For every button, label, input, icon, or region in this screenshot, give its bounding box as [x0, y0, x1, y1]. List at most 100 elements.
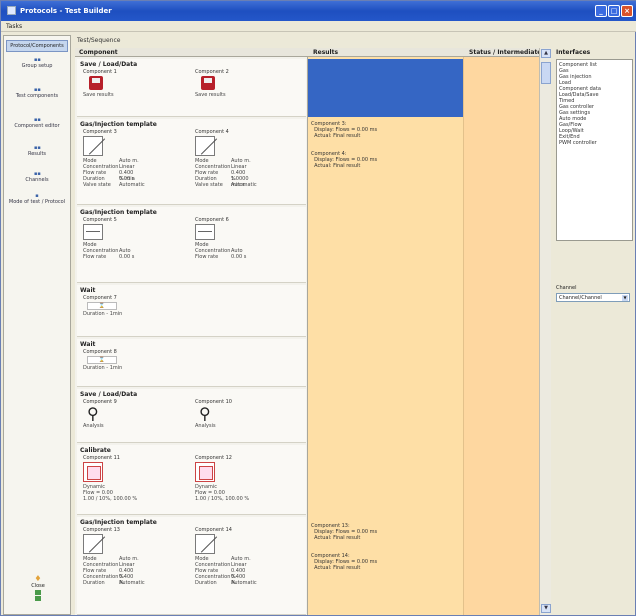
waveform-icon [83, 534, 103, 554]
component-name: Component 4 [195, 129, 229, 135]
channel-select[interactable]: Channel/Channel ▼ [556, 293, 630, 302]
param-value: 0.00 s [231, 254, 247, 260]
chevron-down-icon[interactable]: ▼ [622, 295, 628, 301]
scroll-thumb[interactable] [541, 62, 551, 84]
wait-icon: ⌛ [87, 356, 117, 364]
param-value: Automatic [119, 580, 145, 586]
window-title: Protocols - Test Builder [20, 7, 112, 15]
selected-result[interactable] [308, 59, 463, 117]
sidebar-item-label: Mode of test / Protocol [8, 199, 66, 205]
param-line: Flow rate 0.00 s [83, 254, 135, 260]
vertical-scrollbar[interactable]: ▲ ▼ [539, 48, 551, 615]
minimize-button[interactable]: _ [595, 5, 607, 17]
sidebar-item-label: Component editor [14, 123, 60, 129]
component-card[interactable]: Component 2 Save results [195, 69, 251, 98]
sidebar-item-label: Channels [25, 177, 49, 183]
group-title: Gas/Injection template [80, 519, 157, 526]
component-name: Component 11 [83, 455, 120, 461]
component-name: Component 2 [195, 69, 229, 75]
component-card[interactable]: Component 1 Save results [83, 69, 139, 98]
group-title: Gas/Injection template [80, 121, 157, 128]
sidebar-item[interactable]: ▪▪ Channels [6, 172, 68, 184]
interfaces-header: Interfaces [556, 49, 591, 56]
component-name: Component 8 [83, 349, 117, 355]
component-card[interactable]: Component 7 ⌛ Duration - 1min [83, 295, 139, 317]
sidebar-item[interactable]: ▪▪ Test components [6, 88, 68, 100]
component-card[interactable]: Component 5 Mode Concentration Auto Flow rat… [83, 217, 139, 260]
component-name: Component 7 [83, 295, 117, 301]
param-value: Automatic [119, 182, 145, 188]
close-nav-label: Close [31, 583, 45, 589]
param-value: Automatic [231, 182, 257, 188]
waveform-icon [83, 462, 103, 482]
sidebar-item[interactable]: ▪▪ Results [6, 146, 68, 158]
status-icon-2 [35, 596, 41, 601]
column-header: Component Results Status / Intermediate [75, 48, 551, 57]
menu-bar: Tasks [1, 21, 636, 32]
component-group: Save / Load/Data Component 9 ⚲ Analysis Comp… [77, 389, 306, 443]
component-group: Gas/Injection template Component 13 Mode Au… [77, 517, 306, 615]
component-card[interactable]: Component 14 Mode Auto m. Concentration Line… [195, 527, 257, 586]
component-card[interactable]: Component 6 Mode Concentration Auto Flow rat… [195, 217, 251, 260]
component-card[interactable]: Component 10 ⚲ Analysis [195, 399, 251, 429]
interface-item[interactable]: PWM controller [559, 140, 630, 146]
component-name: Component 3 [83, 129, 117, 135]
component-group: Wait Component 7 ⌛ Duration - 1min [77, 285, 306, 337]
title-bar: Protocols - Test Builder _ □ × [1, 1, 636, 21]
component-card[interactable]: Component 13 Mode Auto m. Concentration Line… [83, 527, 145, 586]
sidebar-item-label: Results [27, 151, 47, 157]
result-line: Actual: Final result [311, 535, 361, 541]
app-icon [7, 6, 16, 15]
sidebar-selected[interactable]: Protocol/Components [6, 40, 68, 52]
sidebar: Protocol/Components ▪▪ Group setup ▪▪ Test … [3, 35, 71, 615]
param-line: Duration Automatic [83, 580, 145, 586]
col-component[interactable]: Component [79, 49, 118, 56]
save-disk-icon [89, 76, 103, 90]
result-line: Actual: Final result [311, 133, 361, 139]
status-column [463, 57, 539, 615]
maximize-button[interactable]: □ [608, 5, 620, 17]
warning-icon: ♦ [34, 574, 42, 583]
channel-label: Channel [556, 285, 577, 291]
component-card[interactable]: Component 11 Dynamic Flow = 0.00 1.00 / 10%… [83, 455, 139, 502]
group-title: Gas/Injection template [80, 209, 157, 216]
interfaces-list[interactable]: Component list Gas Gas injection Load Compon… [556, 59, 633, 241]
param-line: Save results [195, 92, 226, 98]
component-name: Component 6 [195, 217, 229, 223]
group-title: Wait [80, 287, 96, 294]
component-group: Gas/Injection template Component 3 Mode Aut… [77, 119, 306, 205]
sidebar-item[interactable]: ▪ Mode of test / Protocol [6, 193, 68, 206]
sidebar-item[interactable]: ▪▪ Component editor [6, 117, 68, 130]
component-card[interactable]: Component 3 Mode Auto m. Concentration Linea… [83, 129, 145, 188]
group-title: Save / Load/Data [80, 61, 138, 68]
param-value: 0.00 s [119, 254, 135, 260]
sidebar-item[interactable]: ▪▪ Group setup [6, 57, 68, 70]
result-entry: Component 14: Display: Flows = 0.00 ms A… [311, 553, 377, 571]
status-icon [35, 590, 41, 595]
close-nav[interactable]: ♦ Close [24, 574, 52, 602]
param-line: 1.00 / 10%, 100.00 % [83, 496, 138, 502]
component-card[interactable]: Component 9 ⚲ Analysis [83, 399, 139, 429]
component-name: Component 12 [195, 455, 232, 461]
component-card[interactable]: Component 4 Mode Auto m. Concentration Linea… [195, 129, 257, 188]
param-line: Analysis [83, 423, 104, 429]
param-line: Valve state Automatic [195, 182, 257, 188]
waveform-icon [195, 224, 215, 240]
component-card[interactable]: Component 12 Dynamic Flow = 0.00 1.00 / 10%… [195, 455, 251, 502]
nav-icon: ▪ [35, 193, 39, 199]
col-status[interactable]: Status / Intermediate [469, 49, 541, 56]
col-results[interactable]: Results [313, 49, 338, 56]
save-disk-icon [201, 76, 215, 90]
right-panel: Interfaces Component list Gas Gas injectio… [554, 35, 635, 615]
component-name: Component 13 [83, 527, 120, 533]
close-button[interactable]: × [621, 5, 633, 17]
nav-icon: ▪▪ [34, 117, 41, 123]
scroll-down-icon[interactable]: ▼ [541, 604, 551, 613]
component-card[interactable]: Component 8 ⌛ Duration - 1min [83, 349, 139, 371]
scroll-up-icon[interactable]: ▲ [541, 49, 551, 58]
menu-tasks[interactable]: Tasks [6, 23, 22, 30]
result-line: Actual: Final result [311, 163, 361, 169]
param-line: Duration - 1min [83, 365, 123, 371]
nav-icon: ▪▪ [34, 57, 41, 63]
waveform-icon [83, 224, 103, 240]
